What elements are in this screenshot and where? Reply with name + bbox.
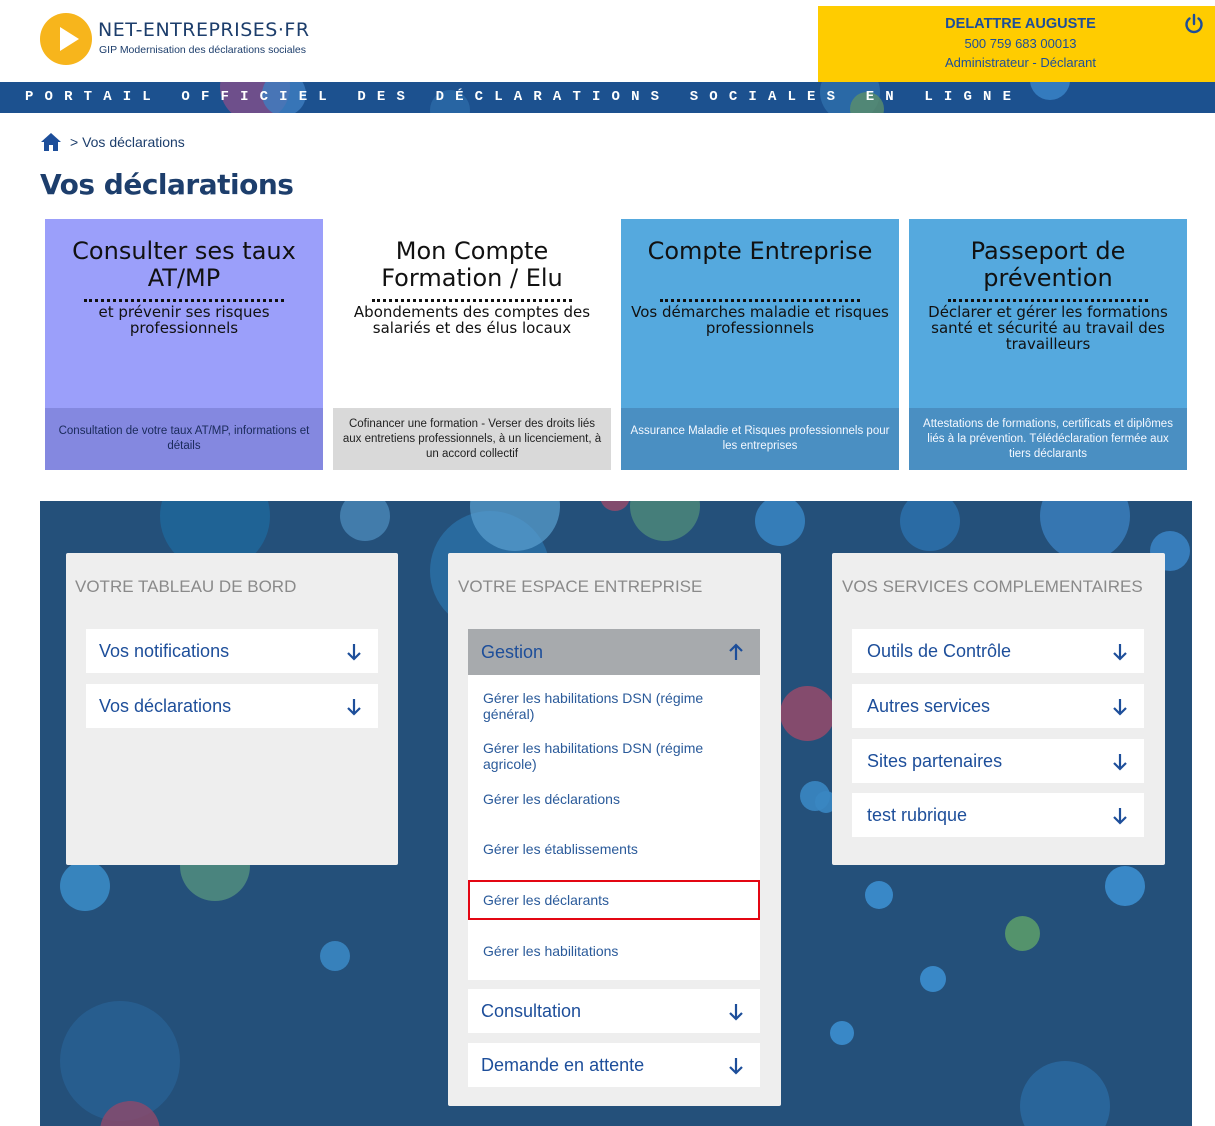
arrow-up-icon (729, 643, 743, 660)
tile-passeport-prevention[interactable]: Passeport de prévention Déclarer et gére… (909, 219, 1187, 470)
card-espace-entreprise: VOTRE ESPACE ENTREPRISE Gestion Gérer le… (448, 553, 781, 1106)
user-name: DELATTRE AUGUSTE (945, 16, 1096, 32)
tile-footer: Assurance Maladie et Risques professionn… (621, 408, 899, 470)
tile-taux-atmp[interactable]: Consulter ses taux AT/MP et prévenir ses… (45, 219, 323, 470)
tile-top: Consulter ses taux AT/MP et prévenir ses… (45, 219, 323, 408)
submenu-gerer-declarants[interactable]: Gérer les déclarants (483, 892, 748, 908)
submenu-gerer-etablissements[interactable]: Gérer les établissements (483, 841, 748, 857)
accordion-notifications[interactable]: Vos notifications (86, 629, 378, 673)
tile-footer: Consultation de votre taux AT/MP, inform… (45, 408, 323, 470)
tile-title: Mon Compte Formation / Elu (381, 237, 563, 292)
arrow-down-icon (347, 644, 361, 661)
submenu-gerer-declarations[interactable]: Gérer les déclarations (483, 791, 748, 807)
breadcrumb-separator: > (70, 134, 79, 150)
tile-top: Mon Compte Formation / Elu Abondements d… (333, 219, 611, 408)
tile-separator (948, 299, 1148, 302)
submenu-gerer-habilitations[interactable]: Gérer les habilitations (483, 943, 748, 959)
tile-subtitle: Vos démarches maladie et risques profess… (631, 303, 889, 337)
accordion-outils-controle[interactable]: Outils de Contrôle (852, 629, 1144, 673)
accordion-declarations[interactable]: Vos déclarations (86, 684, 378, 728)
submenu-habilitations-dsn-general[interactable]: Gérer les habilitations DSN (régime géné… (483, 690, 748, 722)
arrow-down-icon (1113, 808, 1127, 825)
accordion-label: Vos déclarations (99, 696, 232, 716)
power-icon[interactable] (1183, 13, 1205, 35)
tile-subtitle: Déclarer et gérer les formations santé e… (928, 303, 1168, 353)
accordion-label: Consultation (481, 1001, 582, 1021)
card-services-complementaires: VOS SERVICES COMPLEMENTAIRES Outils de C… (832, 553, 1165, 865)
tile-separator (84, 299, 284, 302)
tile-compte-formation[interactable]: Mon Compte Formation / Elu Abondements d… (333, 219, 611, 470)
card-title: VOS SERVICES COMPLEMENTAIRES (842, 577, 1143, 596)
accordion-demande-attente[interactable]: Demande en attente (468, 1043, 760, 1087)
arrow-down-icon (729, 1058, 743, 1075)
card-tableau-de-bord: VOTRE TABLEAU DE BORD Vos notifications … (66, 553, 398, 865)
tile-top: Compte Entreprise Vos démarches maladie … (621, 219, 899, 408)
accordion-label: Outils de Contrôle (867, 641, 1012, 661)
tile-title: Passeport de prévention (970, 237, 1126, 292)
accordion-autres-services[interactable]: Autres services (852, 684, 1144, 728)
tile-title: Compte Entreprise (647, 237, 873, 265)
tile-subtitle: et prévenir ses risques professionnels (98, 303, 270, 337)
tile-separator (372, 299, 572, 302)
card-title: VOTRE ESPACE ENTREPRISE (458, 577, 703, 596)
accordion-gestion[interactable]: Gestion (468, 629, 760, 675)
tile-compte-entreprise[interactable]: Compte Entreprise Vos démarches maladie … (621, 219, 899, 470)
tile-subtitle: Abondements des comptes des salariés et … (353, 303, 591, 337)
tile-separator (660, 299, 860, 302)
banner-text: PORTAIL OFFICIEL DES DÉCLARATIONS SOCIAL… (25, 89, 1023, 105)
accordion-label: Gestion (481, 642, 544, 662)
accordion-label: Autres services (867, 696, 991, 716)
tile-footer: Attestations de formations, certificats … (909, 408, 1187, 470)
submenu-habilitations-dsn-agricole[interactable]: Gérer les habilitations DSN (régime agri… (483, 740, 748, 772)
arrow-down-icon (729, 1004, 743, 1021)
arrow-down-icon (1113, 754, 1127, 771)
user-box: DELATTRE AUGUSTE 500 759 683 00013 Admin… (818, 6, 1215, 82)
gestion-submenu: Gérer les habilitations DSN (régime géné… (468, 675, 760, 980)
tile-title: Consulter ses taux AT/MP (72, 237, 296, 292)
accordion-label: Vos notifications (99, 641, 230, 661)
banner-bar: PORTAIL OFFICIEL DES DÉCLARATIONS SOCIAL… (0, 82, 1215, 113)
play-icon (60, 27, 79, 51)
user-siret: 500 759 683 00013 (964, 36, 1077, 51)
accordion-label: Demande en attente (481, 1055, 645, 1075)
home-icon[interactable] (40, 132, 62, 152)
card-title: VOTRE TABLEAU DE BORD (75, 577, 297, 596)
brand-name: NET-ENTREPRISES·FR (98, 19, 310, 41)
page-title: Vos déclarations (40, 168, 294, 201)
user-role: Administrateur - Déclarant (945, 55, 1096, 70)
tile-footer: Cofinancer une formation - Verser des dr… (333, 408, 611, 470)
brand-subtitle: GIP Modernisation des déclarations socia… (99, 44, 307, 56)
accordion-label: Sites partenaires (867, 751, 1003, 771)
accordion-label: test rubrique (867, 805, 968, 825)
breadcrumb: > Vos déclarations (70, 134, 185, 150)
tile-top: Passeport de prévention Déclarer et gére… (909, 219, 1187, 408)
accordion-sites-partenaires[interactable]: Sites partenaires (852, 739, 1144, 783)
breadcrumb-current: Vos déclarations (82, 134, 185, 150)
arrow-down-icon (347, 699, 361, 716)
accordion-consultation[interactable]: Consultation (468, 989, 760, 1033)
accordion-test-rubrique[interactable]: test rubrique (852, 793, 1144, 837)
arrow-down-icon (1113, 699, 1127, 716)
arrow-down-icon (1113, 644, 1127, 661)
